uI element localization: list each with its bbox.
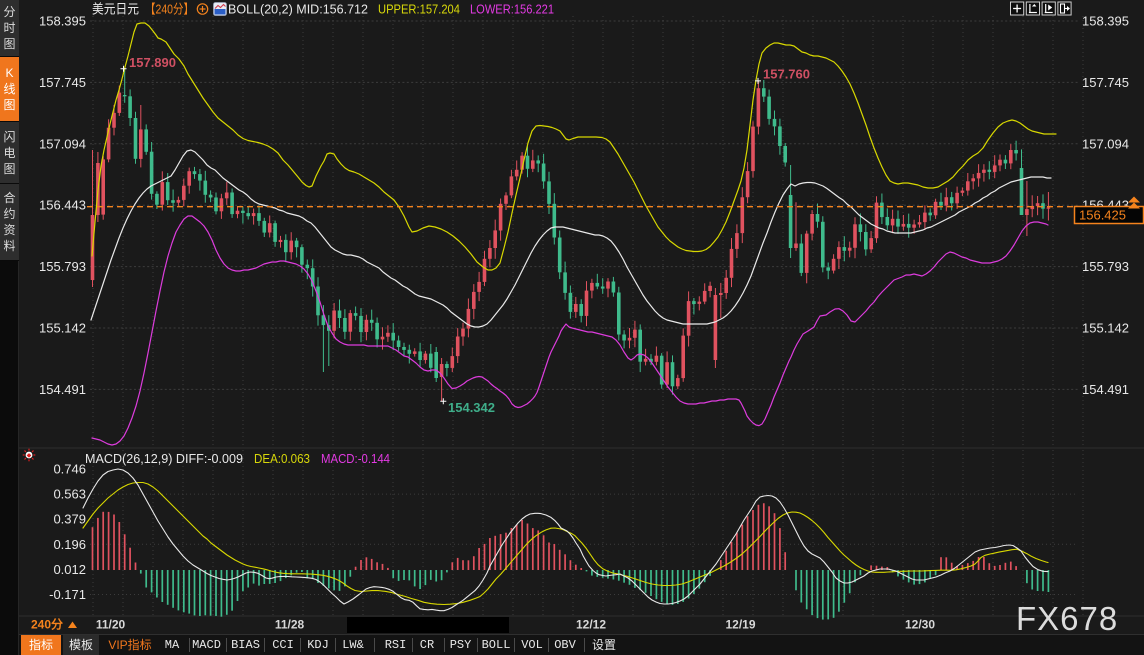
- svg-text:157.760: 157.760: [763, 67, 810, 82]
- svg-text:158.395: 158.395: [1082, 14, 1129, 29]
- svg-text:美元日元: 美元日元: [92, 2, 139, 17]
- svg-text:MACD:-0.144: MACD:-0.144: [321, 451, 390, 466]
- svg-text:-0.171: -0.171: [49, 587, 86, 602]
- svg-text:【240分】: 【240分】: [145, 2, 194, 17]
- svg-text:DEA:0.063: DEA:0.063: [254, 451, 310, 466]
- svg-text:11/20: 11/20: [96, 618, 126, 632]
- svg-text:156.425: 156.425: [1079, 208, 1126, 223]
- svg-text:12/30: 12/30: [905, 618, 935, 632]
- svg-text:MACD(26,12,9) DIFF:-0.009: MACD(26,12,9) DIFF:-0.009: [85, 451, 243, 466]
- svg-text:155.142: 155.142: [39, 321, 86, 336]
- svg-text:UPPER:157.204: UPPER:157.204: [378, 2, 460, 17]
- svg-text:0.012: 0.012: [53, 562, 86, 577]
- svg-text:LOWER:156.221: LOWER:156.221: [470, 2, 554, 17]
- svg-text:157.094: 157.094: [39, 136, 86, 151]
- svg-text:154.491: 154.491: [1082, 382, 1129, 397]
- svg-text:0.746: 0.746: [53, 462, 86, 477]
- svg-text:0.563: 0.563: [53, 487, 86, 502]
- svg-text:155.793: 155.793: [39, 259, 86, 274]
- svg-text:154.342: 154.342: [448, 400, 495, 415]
- svg-text:157.745: 157.745: [39, 75, 86, 90]
- svg-text:157.890: 157.890: [129, 55, 176, 70]
- svg-text:156.443: 156.443: [39, 198, 86, 213]
- svg-text:FX678: FX678: [1016, 600, 1118, 637]
- svg-text:157.094: 157.094: [1082, 136, 1129, 151]
- svg-text:154.491: 154.491: [39, 382, 86, 397]
- svg-text:155.793: 155.793: [1082, 259, 1129, 274]
- svg-text:240分: 240分: [31, 617, 63, 632]
- svg-text:11/28: 11/28: [275, 618, 305, 632]
- svg-text:12/19: 12/19: [725, 618, 755, 632]
- svg-text:0.196: 0.196: [53, 537, 86, 552]
- svg-text:157.745: 157.745: [1082, 75, 1129, 90]
- svg-text:158.395: 158.395: [39, 14, 86, 29]
- svg-text:0.379: 0.379: [53, 512, 86, 527]
- svg-text:BOLL(20,2) MID:156.712: BOLL(20,2) MID:156.712: [228, 2, 368, 17]
- svg-text:12/12: 12/12: [576, 618, 606, 632]
- svg-text:155.142: 155.142: [1082, 321, 1129, 336]
